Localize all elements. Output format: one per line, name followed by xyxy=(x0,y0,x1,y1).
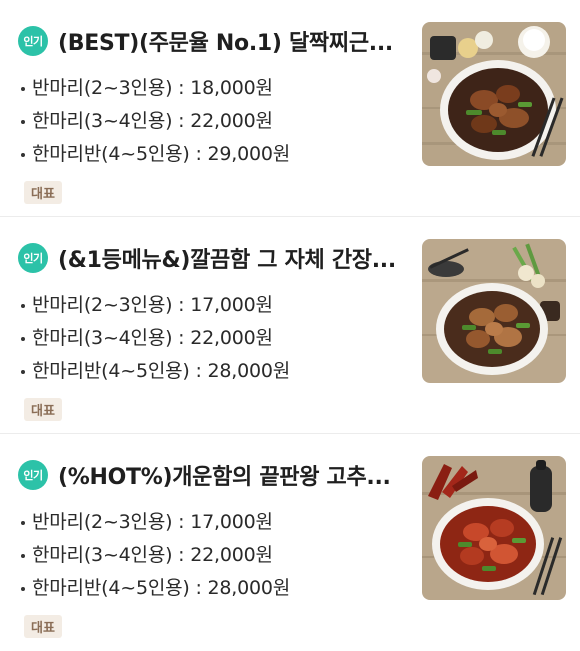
price-options: 반마리(2~3인용) : 18,000원 한마리(3~4인용) : 22,000… xyxy=(18,72,413,171)
menu-list: 인기 (BEST)(주문율 No.1) 달짝찌근... 반마리(2~3인용) :… xyxy=(0,0,580,651)
price-options: 반마리(2~3인용) : 17,000원 한마리(3~4인용) : 22,000… xyxy=(18,506,413,605)
price-option: 반마리(2~3인용) : 17,000원 xyxy=(18,506,413,539)
price-option: 한마리반(4~5인용) : 29,000원 xyxy=(18,138,413,171)
representative-tag: 대표 xyxy=(24,615,62,638)
price-option: 한마리(3~4인용) : 22,000원 xyxy=(18,539,413,572)
price-options: 반마리(2~3인용) : 17,000원 한마리(3~4인용) : 22,000… xyxy=(18,289,413,388)
menu-item-title[interactable]: (BEST)(주문율 No.1) 달짝찌근... xyxy=(58,25,403,57)
price-option: 한마리반(4~5인용) : 28,000원 xyxy=(18,572,413,605)
menu-item-info: 인기 (&1등메뉴&)깔끔함 그 자체 간장... 반마리(2~3인용) : 1… xyxy=(18,239,413,421)
braised-chicken-photo-icon xyxy=(422,22,566,166)
price-option: 한마리반(4~5인용) : 28,000원 xyxy=(18,355,413,388)
menu-item[interactable]: 인기 (BEST)(주문율 No.1) 달짝찌근... 반마리(2~3인용) :… xyxy=(0,0,580,217)
menu-item-info: 인기 (%HOT%)개운함의 끝판왕 고추... 반마리(2~3인용) : 17… xyxy=(18,456,413,638)
menu-item-title-row: 인기 (&1등메뉴&)깔끔함 그 자체 간장... xyxy=(18,239,413,277)
spicy-chili-chicken-photo-icon xyxy=(422,456,566,600)
popular-badge: 인기 xyxy=(18,26,48,56)
menu-item-title[interactable]: (%HOT%)개운함의 끝판왕 고추... xyxy=(58,459,403,491)
popular-badge: 인기 xyxy=(18,243,48,273)
price-option: 반마리(2~3인용) : 17,000원 xyxy=(18,289,413,322)
soy-braised-chicken-photo[interactable] xyxy=(422,239,566,383)
price-option: 한마리(3~4인용) : 22,000원 xyxy=(18,105,413,138)
spicy-chili-chicken-photo[interactable] xyxy=(422,456,566,600)
soy-braised-chicken-photo-icon xyxy=(422,239,566,383)
price-option: 한마리(3~4인용) : 22,000원 xyxy=(18,322,413,355)
menu-item[interactable]: 인기 (&1등메뉴&)깔끔함 그 자체 간장... 반마리(2~3인용) : 1… xyxy=(0,217,580,434)
menu-item[interactable]: 인기 (%HOT%)개운함의 끝판왕 고추... 반마리(2~3인용) : 17… xyxy=(0,434,580,651)
menu-item-title-row: 인기 (BEST)(주문율 No.1) 달짝찌근... xyxy=(18,22,413,60)
menu-item-info: 인기 (BEST)(주문율 No.1) 달짝찌근... 반마리(2~3인용) :… xyxy=(18,22,413,204)
representative-tag: 대표 xyxy=(24,181,62,204)
popular-badge: 인기 xyxy=(18,460,48,490)
menu-item-title[interactable]: (&1등메뉴&)깔끔함 그 자체 간장... xyxy=(58,242,403,274)
representative-tag: 대표 xyxy=(24,398,62,421)
braised-chicken-photo[interactable] xyxy=(422,22,566,166)
price-option: 반마리(2~3인용) : 18,000원 xyxy=(18,72,413,105)
menu-item-title-row: 인기 (%HOT%)개운함의 끝판왕 고추... xyxy=(18,456,413,494)
